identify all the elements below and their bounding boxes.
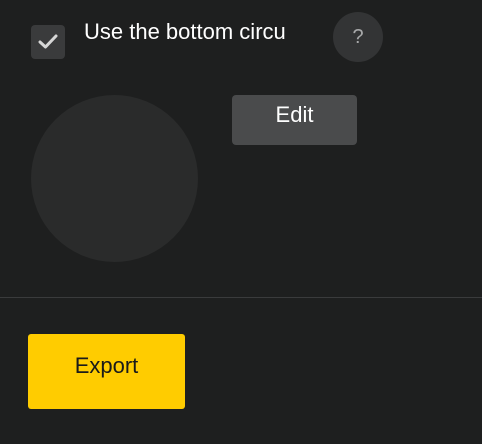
circle-preview [31,95,198,262]
checkmark-icon [38,34,58,49]
divider [0,297,482,298]
option-label: Use the bottom circu [84,19,286,44]
edit-button[interactable]: Edit [232,95,357,145]
help-button[interactable]: ? [333,12,383,62]
question-mark-icon: ? [352,25,364,48]
settings-panel: Use the bottom circu ? Edit Export [0,0,482,444]
export-button[interactable]: Export [28,334,185,409]
use-bottom-circle-checkbox[interactable] [31,25,65,59]
